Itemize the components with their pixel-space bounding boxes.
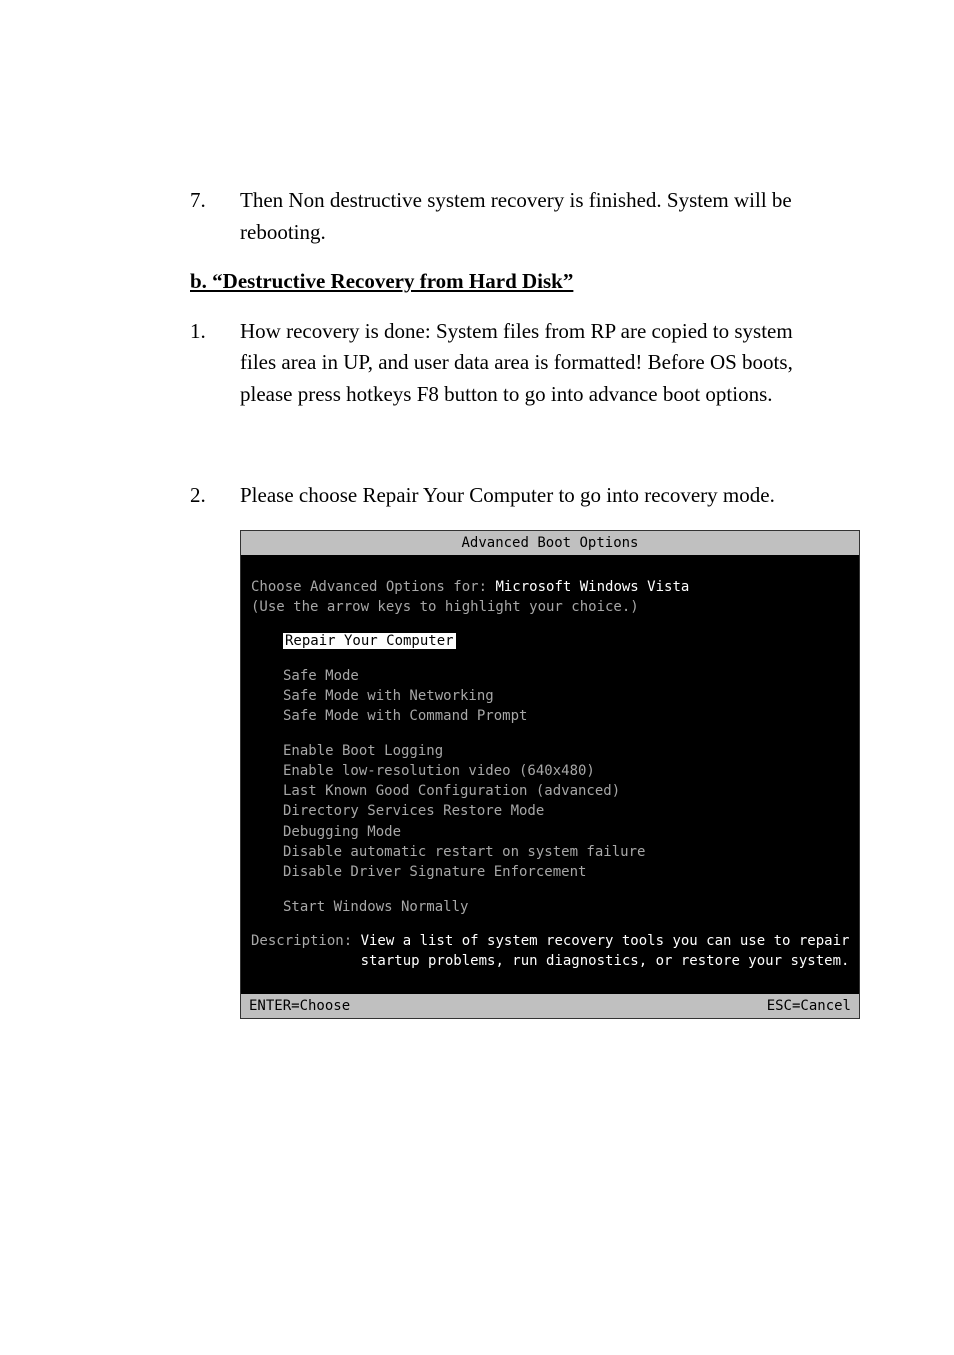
boot-option-low-res[interactable]: Enable low-resolution video (640x480) — [251, 761, 849, 781]
boot-hint: (Use the arrow keys to highlight your ch… — [251, 597, 849, 617]
boot-option-safe-mode-networking[interactable]: Safe Mode with Networking — [251, 686, 849, 706]
list-text: How recovery is done: System files from … — [240, 316, 834, 411]
list-item-1: 1. How recovery is done: System files fr… — [190, 316, 834, 411]
list-text: Then Non destructive system recovery is … — [240, 185, 834, 248]
boot-option-debugging[interactable]: Debugging Mode — [251, 822, 849, 842]
advanced-boot-options-screenshot: Advanced Boot Options Choose Advanced Op… — [240, 530, 860, 1019]
boot-os-name: Microsoft Windows Vista — [495, 579, 689, 595]
boot-description-line1: Description: View a list of system recov… — [251, 931, 849, 951]
boot-footer-esc: ESC=Cancel — [767, 996, 851, 1016]
boot-option-safe-mode[interactable]: Safe Mode — [251, 666, 849, 686]
boot-choose-line: Choose Advanced Options for: Microsoft W… — [251, 577, 849, 597]
list-number: 1. — [190, 316, 240, 411]
boot-footer: ENTER=Choose ESC=Cancel — [241, 994, 859, 1018]
boot-option-boot-logging[interactable]: Enable Boot Logging — [251, 741, 849, 761]
boot-description-line2: Description: startup problems, run diagn… — [251, 951, 849, 971]
boot-titlebar: Advanced Boot Options — [241, 531, 859, 555]
boot-option-dsrm[interactable]: Directory Services Restore Mode — [251, 801, 849, 821]
boot-option-start-normally[interactable]: Start Windows Normally — [251, 897, 849, 917]
list-item-2: 2. Please choose Repair Your Computer to… — [190, 480, 834, 512]
list-text: Please choose Repair Your Computer to go… — [240, 480, 834, 512]
boot-option-selected[interactable]: Repair Your Computer — [251, 631, 849, 651]
boot-footer-enter: ENTER=Choose — [249, 996, 350, 1016]
list-item-7: 7. Then Non destructive system recovery … — [190, 185, 834, 248]
boot-option-disable-auto-restart[interactable]: Disable automatic restart on system fail… — [251, 842, 849, 862]
document-content: 7. Then Non destructive system recovery … — [190, 185, 834, 512]
section-heading-b: b. “Destructive Recovery from Hard Disk” — [190, 266, 834, 298]
boot-body: Choose Advanced Options for: Microsoft W… — [241, 555, 859, 994]
list-number: 2. — [190, 480, 240, 512]
boot-option-safe-mode-cmd[interactable]: Safe Mode with Command Prompt — [251, 706, 849, 726]
boot-option-disable-driver-sig[interactable]: Disable Driver Signature Enforcement — [251, 862, 849, 882]
list-number: 7. — [190, 185, 240, 248]
boot-option-lkgc[interactable]: Last Known Good Configuration (advanced) — [251, 781, 849, 801]
spacer — [190, 428, 834, 480]
